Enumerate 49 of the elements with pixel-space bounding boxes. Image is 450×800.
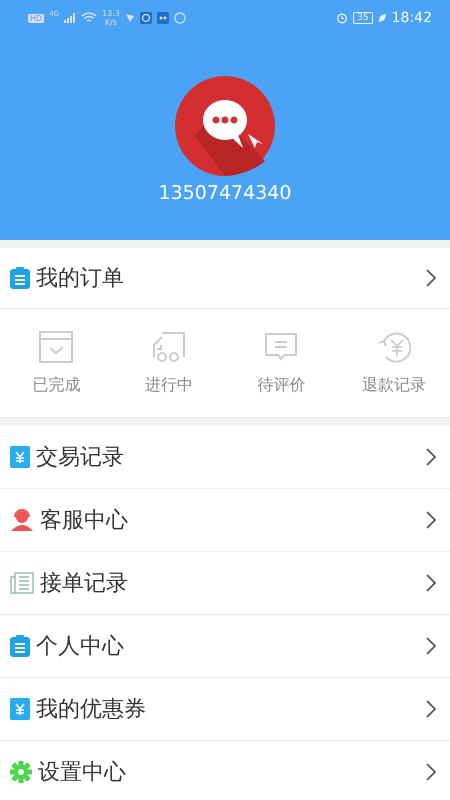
app-icon — [140, 12, 152, 24]
hd-indicator: HD — [28, 14, 44, 22]
yen-note-icon — [10, 446, 30, 468]
clock-time: 18:42 — [392, 10, 432, 26]
chevron-icon — [426, 700, 436, 718]
order-status-tab[interactable]: 待评价 — [225, 309, 338, 417]
signal-icon — [64, 13, 76, 23]
alarm-icon — [336, 12, 348, 24]
menu-item-label: 客服中心 — [40, 507, 129, 535]
notification-icon — [124, 13, 135, 23]
menu-item[interactable]: 接单记录 — [0, 552, 450, 615]
order-status-tab[interactable]: 退款记录 — [338, 309, 450, 417]
headset-person-icon — [10, 509, 34, 531]
battery-indicator: 35 — [353, 12, 373, 24]
chevron-icon — [426, 269, 436, 287]
yen-refund-icon — [376, 330, 411, 362]
menu-item-label: 接单记录 — [40, 570, 129, 598]
menu-item-label: 交易记录 — [36, 444, 125, 472]
comment-icon — [264, 330, 298, 362]
newspaper-icon — [10, 572, 34, 594]
menu-item-label: 设置中心 — [38, 759, 127, 787]
checkbox-icon — [39, 330, 74, 362]
truck-icon — [152, 330, 186, 362]
my-orders-label: 我的订单 — [36, 265, 125, 293]
order-status-tab[interactable]: 进行中 — [112, 309, 225, 417]
chevron-icon — [426, 574, 436, 592]
menu-item-label: 个人中心 — [36, 633, 125, 661]
menu-item[interactable]: 我的优惠券 — [0, 678, 450, 741]
clipboard-icon — [10, 267, 30, 289]
phone-number: 13507474340 — [158, 182, 292, 204]
chevron-icon — [426, 448, 436, 466]
gear-icon — [10, 761, 32, 783]
chevron-icon — [426, 763, 436, 781]
menu-item[interactable]: 客服中心 — [0, 489, 450, 552]
order-status-tab[interactable]: 已完成 — [0, 309, 112, 417]
my-orders-item[interactable]: 我的订单 — [0, 248, 450, 309]
menu-item[interactable]: 个人中心 — [0, 615, 450, 678]
network-speed: 13.3 K/s — [102, 9, 120, 27]
app-icon — [156, 12, 169, 24]
leaf-icon — [378, 13, 387, 23]
menu-item-label: 我的优惠券 — [36, 696, 147, 724]
chevron-icon — [426, 637, 436, 655]
yen-note-icon — [10, 698, 30, 720]
loading-icon — [174, 12, 186, 24]
menu-item[interactable]: 交易记录 — [0, 426, 450, 489]
clipboard-icon — [10, 635, 30, 657]
chevron-icon — [426, 511, 436, 529]
menu-item[interactable]: 设置中心 — [0, 741, 450, 800]
wifi-icon — [81, 12, 98, 24]
